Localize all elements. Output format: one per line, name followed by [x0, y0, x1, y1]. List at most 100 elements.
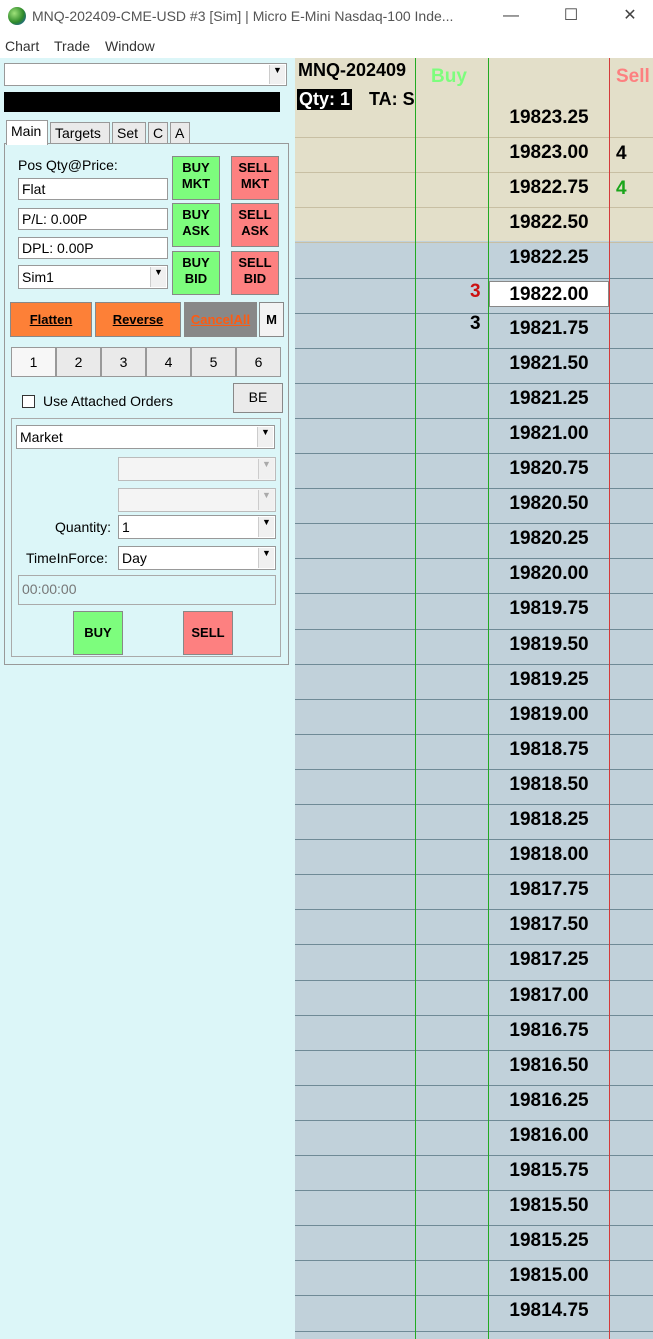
tab-main[interactable]: Main	[6, 120, 48, 145]
price-cell[interactable]: 19821.50	[489, 351, 609, 377]
price-cell[interactable]: 19819.50	[489, 632, 609, 658]
price-cell[interactable]: 19821.00	[489, 421, 609, 447]
row-divider	[295, 207, 653, 208]
price-cell[interactable]: 19816.50	[489, 1053, 609, 1079]
sell-mkt-button[interactable]: SELL MKT	[231, 156, 279, 200]
price-cell[interactable]: 19818.25	[489, 807, 609, 833]
row-divider	[295, 909, 653, 910]
price-cell[interactable]: 19816.75	[489, 1018, 609, 1044]
tab-a[interactable]: A	[170, 122, 190, 144]
account-select[interactable]: Sim1 ▼	[18, 265, 168, 289]
position-field: Flat	[18, 178, 168, 200]
reverse-button[interactable]: Reverse	[95, 302, 181, 337]
minimize-button[interactable]: —	[496, 4, 526, 28]
price-cell[interactable]: 19816.00	[489, 1123, 609, 1149]
sell-button[interactable]: SELL	[183, 611, 233, 655]
quick-qty-3[interactable]: 3	[101, 347, 146, 377]
quick-qty-2[interactable]: 2	[56, 347, 101, 377]
sell-ask-button[interactable]: SELL ASK	[231, 203, 279, 247]
row-divider	[295, 699, 653, 700]
sell-mkt-line1: SELL	[238, 160, 272, 175]
price-cell[interactable]: 19815.00	[489, 1263, 609, 1289]
chevron-down-icon[interactable]: ▼	[257, 427, 273, 447]
price-cell[interactable]: 19816.25	[489, 1088, 609, 1114]
quick-qty-1[interactable]: 1	[11, 347, 56, 377]
price-cell[interactable]: 19815.75	[489, 1158, 609, 1184]
cancel-all-button[interactable]: CancelAll	[184, 302, 257, 337]
price-cell[interactable]: 19822.50	[489, 210, 609, 236]
price-cell[interactable]: 19817.00	[489, 983, 609, 1009]
price-cell[interactable]: 19817.50	[489, 912, 609, 938]
sell-bid-line2: BID	[243, 271, 267, 286]
time-field[interactable]: 00:00:00	[18, 575, 276, 605]
price-cell[interactable]: 19815.25	[489, 1228, 609, 1254]
price-cell[interactable]: 19814.75	[489, 1298, 609, 1324]
maximize-button[interactable]: ☐	[556, 4, 586, 28]
sell-bid-line1: SELL	[238, 255, 272, 270]
chevron-down-icon[interactable]: ▼	[258, 517, 274, 537]
buy-mkt-button[interactable]: BUY MKT	[172, 156, 220, 200]
account-combo[interactable]: ▼	[4, 63, 287, 86]
quick-qty-4[interactable]: 4	[146, 347, 191, 377]
quick-qty-6[interactable]: 6	[236, 347, 281, 377]
tab-c[interactable]: C	[148, 122, 168, 144]
price-cell[interactable]: 19818.75	[489, 737, 609, 763]
menu-trade[interactable]: Trade	[54, 38, 90, 54]
price-cell[interactable]: 19817.75	[489, 877, 609, 903]
buy-column-divider	[415, 58, 416, 1339]
buy-ask-button[interactable]: BUY ASK	[172, 203, 220, 247]
price-select-2[interactable]: ▼	[118, 488, 276, 512]
price-cell[interactable]: 19822.75	[489, 175, 609, 201]
flatten-button[interactable]: Flatten	[10, 302, 92, 337]
row-divider	[295, 1295, 653, 1296]
price-cell[interactable]: 19820.75	[489, 456, 609, 482]
close-button[interactable]: ✕	[615, 4, 645, 28]
be-button[interactable]: BE	[233, 383, 283, 413]
chevron-down-icon[interactable]: ▼	[150, 267, 166, 287]
row-divider	[295, 523, 653, 524]
price-select-1[interactable]: ▼	[118, 457, 276, 481]
sell-mkt-line2: MKT	[240, 176, 270, 191]
menu-window[interactable]: Window	[105, 38, 155, 54]
row-divider	[295, 1190, 653, 1191]
price-cell[interactable]: 19815.50	[489, 1193, 609, 1219]
current-price-cell[interactable]: 19822.00	[489, 281, 609, 307]
price-cell[interactable]: 19820.50	[489, 491, 609, 517]
buy-button[interactable]: BUY	[73, 611, 123, 655]
order-type-select[interactable]: Market ▼	[16, 425, 275, 449]
sell-side-qty[interactable]: 4	[616, 178, 627, 200]
price-cell[interactable]: 19819.75	[489, 596, 609, 622]
chevron-down-icon[interactable]: ▼	[258, 459, 274, 479]
chevron-down-icon[interactable]: ▼	[258, 548, 274, 568]
tif-select[interactable]: Day ▼	[118, 546, 276, 570]
price-cell[interactable]: 19817.25	[489, 947, 609, 973]
quantity-select[interactable]: 1 ▼	[118, 515, 276, 539]
price-cell[interactable]: 19823.25	[489, 105, 609, 131]
chevron-down-icon[interactable]: ▼	[258, 490, 274, 510]
price-cell[interactable]: 19819.25	[489, 667, 609, 693]
price-cell[interactable]: 19821.75	[489, 316, 609, 342]
use-attached-orders-checkbox[interactable]	[22, 395, 35, 408]
price-cell[interactable]: 19820.25	[489, 526, 609, 552]
tab-targets[interactable]: Targets	[50, 122, 110, 144]
menu-chart[interactable]: Chart	[5, 38, 39, 54]
price-cell[interactable]: 19822.25	[489, 245, 609, 271]
quick-qty-5[interactable]: 5	[191, 347, 236, 377]
price-cell[interactable]: 19819.00	[489, 702, 609, 728]
tab-set[interactable]: Set	[112, 122, 146, 144]
chevron-down-icon[interactable]: ▼	[269, 65, 285, 84]
buy-bid-button[interactable]: BUY BID	[172, 251, 220, 295]
price-cell[interactable]: 19818.50	[489, 772, 609, 798]
price-cell[interactable]: 19823.00	[489, 140, 609, 166]
row-divider	[295, 1225, 653, 1226]
sell-side-qty[interactable]: 4	[616, 143, 627, 165]
buy-side-qty[interactable]: 3	[470, 281, 481, 303]
m-button[interactable]: M	[259, 302, 284, 337]
buy-side-qty[interactable]: 3	[470, 313, 481, 335]
pl-field: P/L: 0.00P	[18, 208, 168, 230]
price-cell[interactable]: 19818.00	[489, 842, 609, 868]
price-cell[interactable]: 19820.00	[489, 561, 609, 587]
price-cell[interactable]: 19821.25	[489, 386, 609, 412]
account-select-value: Sim1	[22, 269, 54, 285]
sell-bid-button[interactable]: SELL BID	[231, 251, 279, 295]
